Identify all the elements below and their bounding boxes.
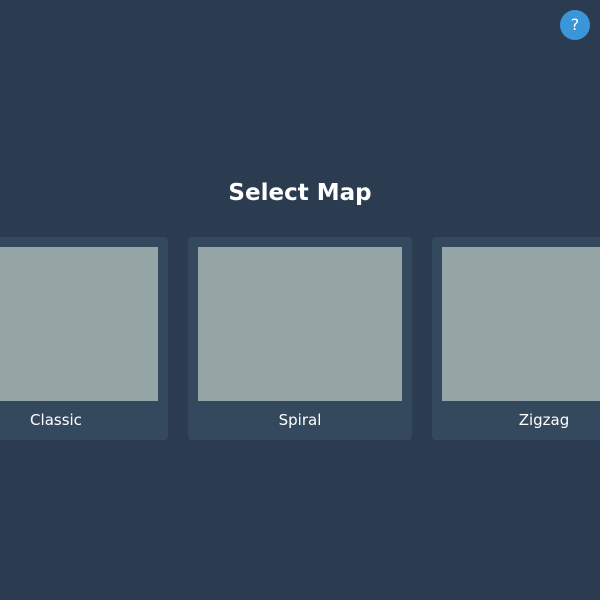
- map-preview-zigzag: [442, 247, 600, 401]
- map-label-spiral: Spiral: [278, 411, 322, 429]
- map-card-classic[interactable]: Classic: [0, 237, 168, 440]
- map-label-zigzag: Zigzag: [518, 411, 570, 429]
- map-preview-classic: [0, 247, 158, 401]
- help-button[interactable]: ?: [560, 10, 590, 40]
- map-card-list: Classic Spiral Zigzag: [0, 237, 600, 440]
- map-card-spiral[interactable]: Spiral: [188, 237, 412, 440]
- page-title: Select Map: [228, 180, 372, 206]
- map-carousel[interactable]: Classic Spiral Zigzag: [0, 237, 600, 440]
- map-card-zigzag[interactable]: Zigzag: [432, 237, 600, 440]
- map-label-classic: Classic: [30, 411, 82, 429]
- map-preview-spiral: [198, 247, 402, 401]
